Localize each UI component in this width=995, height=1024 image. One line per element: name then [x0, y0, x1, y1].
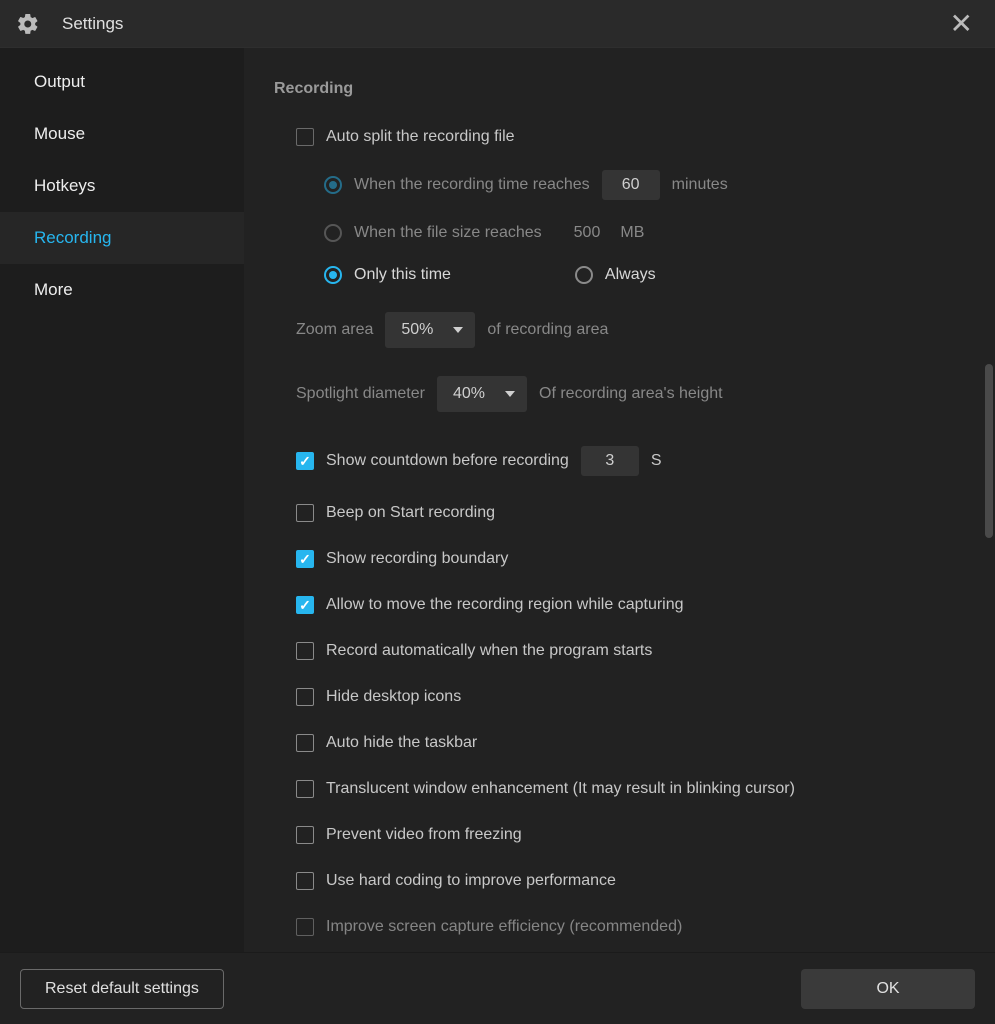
hard-coding-label: Use hard coding to improve performance — [326, 872, 616, 890]
boundary-label: Show recording boundary — [326, 550, 508, 568]
section-title: Recording — [274, 80, 965, 98]
reset-defaults-button[interactable]: Reset default settings — [20, 969, 224, 1009]
split-time-radio[interactable] — [324, 176, 342, 194]
close-icon[interactable]: ✕ — [944, 6, 979, 42]
sidebar-item-mouse[interactable]: Mouse — [0, 108, 244, 160]
translucent-label: Translucent window enhancement (It may r… — [326, 780, 795, 798]
split-size-radio[interactable] — [324, 224, 342, 242]
titlebar: Settings ✕ — [0, 0, 995, 48]
always-radio[interactable] — [575, 266, 593, 284]
zoom-area-suffix: of recording area — [487, 321, 608, 339]
auto-split-label: Auto split the recording file — [326, 128, 515, 146]
only-this-time-label: Only this time — [354, 266, 451, 284]
sidebar-item-output[interactable]: Output — [0, 56, 244, 108]
beep-checkbox[interactable] — [296, 504, 314, 522]
hide-taskbar-checkbox[interactable] — [296, 734, 314, 752]
window-title: Settings — [62, 14, 944, 34]
only-this-time-radio[interactable] — [324, 266, 342, 284]
auto-split-checkbox[interactable] — [296, 128, 314, 146]
spotlight-dropdown[interactable]: 40% — [437, 376, 527, 412]
main-panel: Recording Auto split the recording file … — [244, 48, 995, 952]
settings-window: Settings ✕ Output Mouse Hotkeys Recordin… — [0, 0, 995, 1024]
auto-record-checkbox[interactable] — [296, 642, 314, 660]
hide-taskbar-label: Auto hide the taskbar — [326, 734, 477, 752]
countdown-label: Show countdown before recording — [326, 452, 569, 470]
hide-icons-checkbox[interactable] — [296, 688, 314, 706]
ok-button[interactable]: OK — [801, 969, 975, 1009]
beep-label: Beep on Start recording — [326, 504, 495, 522]
countdown-unit: S — [651, 452, 662, 470]
zoom-area-value: 50% — [401, 321, 433, 339]
split-time-label: When the recording time reaches — [354, 176, 590, 194]
chevron-down-icon — [505, 391, 515, 397]
auto-split-group: Auto split the recording file When the r… — [274, 128, 965, 284]
spotlight-label: Spotlight diameter — [296, 385, 425, 403]
split-size-value: 500 — [574, 224, 601, 242]
gear-icon — [16, 12, 40, 36]
split-size-label: When the file size reaches — [354, 224, 542, 242]
countdown-checkbox[interactable] — [296, 452, 314, 470]
sidebar-item-hotkeys[interactable]: Hotkeys — [0, 160, 244, 212]
footer: Reset default settings OK — [0, 952, 995, 1024]
zoom-area-dropdown[interactable]: 50% — [385, 312, 475, 348]
recording-panel: Recording Auto split the recording file … — [244, 48, 995, 952]
body: Output Mouse Hotkeys Recording More Reco… — [0, 48, 995, 952]
countdown-input[interactable]: 3 — [581, 446, 639, 476]
hide-icons-label: Hide desktop icons — [326, 688, 461, 706]
auto-record-label: Record automatically when the program st… — [326, 642, 652, 660]
prevent-freeze-checkbox[interactable] — [296, 826, 314, 844]
move-region-label: Allow to move the recording region while… — [326, 596, 684, 614]
hard-coding-checkbox[interactable] — [296, 872, 314, 890]
sidebar-item-recording[interactable]: Recording — [0, 212, 244, 264]
spotlight-suffix: Of recording area's height — [539, 385, 723, 403]
chevron-down-icon — [453, 327, 463, 333]
boundary-checkbox[interactable] — [296, 550, 314, 568]
move-region-checkbox[interactable] — [296, 596, 314, 614]
sidebar-item-more[interactable]: More — [0, 264, 244, 316]
scrollbar-thumb[interactable] — [985, 364, 993, 538]
improve-capture-label: Improve screen capture efficiency (recom… — [326, 918, 682, 936]
prevent-freeze-label: Prevent video from freezing — [326, 826, 522, 844]
spotlight-value: 40% — [453, 385, 485, 403]
always-label: Always — [605, 266, 656, 284]
split-time-unit: minutes — [672, 176, 728, 194]
translucent-checkbox[interactable] — [296, 780, 314, 798]
improve-capture-checkbox[interactable] — [296, 918, 314, 936]
split-time-input[interactable]: 60 — [602, 170, 660, 200]
sidebar: Output Mouse Hotkeys Recording More — [0, 48, 244, 952]
zoom-area-label: Zoom area — [296, 321, 373, 339]
split-size-unit: MB — [620, 224, 644, 242]
